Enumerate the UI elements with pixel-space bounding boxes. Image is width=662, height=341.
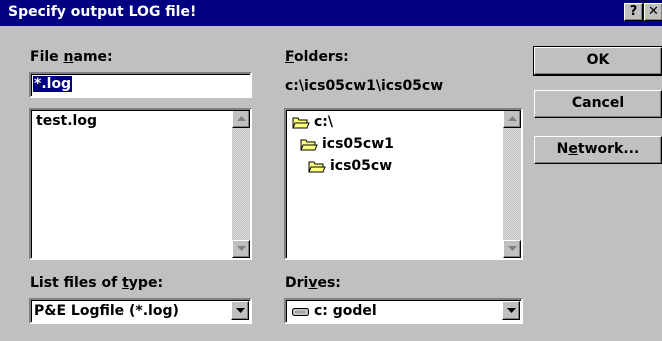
chevron-down-icon — [507, 308, 516, 313]
title-bar: Specify output LOG file! ? ✕ — [0, 0, 662, 26]
drives-value: c: godel — [314, 303, 377, 319]
scroll-up-button[interactable] — [503, 110, 521, 128]
current-path: c:\ics05cw1\ics05cw — [285, 78, 444, 94]
file-type-select[interactable]: P&E Logfile (*.log) — [29, 298, 252, 324]
folder-open-icon — [292, 117, 310, 129]
scroll-up-button[interactable] — [232, 110, 250, 128]
tree-item-label: ics05cw — [330, 158, 393, 174]
scroll-down-button[interactable] — [232, 240, 250, 258]
drives-dropdown-button[interactable] — [502, 301, 520, 320]
scroll-up-arrow-icon — [508, 116, 517, 121]
folder-list-scrollbar[interactable] — [503, 110, 521, 258]
cancel-button[interactable]: Cancel — [534, 90, 662, 118]
ok-button[interactable]: OK — [533, 46, 662, 76]
scroll-down-arrow-icon — [237, 246, 246, 251]
folder-open-icon — [308, 161, 326, 173]
file-type-dropdown-button[interactable] — [231, 301, 249, 320]
scroll-up-arrow-icon — [237, 116, 246, 121]
folder-list[interactable]: c:\ ics05cw1 ics05cw — [284, 108, 523, 260]
scroll-down-button[interactable] — [503, 240, 521, 258]
network-button[interactable]: Network... — [534, 136, 662, 164]
file-type-label: List files of type: — [30, 275, 164, 291]
file-name-label: File name: — [30, 49, 113, 65]
drives-label: Drives: — [285, 275, 341, 291]
close-button[interactable]: ✕ — [644, 3, 662, 21]
folders-label: Folders: — [285, 49, 349, 65]
help-icon: ? — [629, 4, 638, 19]
help-button[interactable]: ? — [624, 3, 643, 21]
file-type-value: P&E Logfile (*.log) — [34, 303, 179, 319]
chevron-down-icon — [236, 308, 245, 313]
scroll-down-arrow-icon — [508, 246, 517, 251]
list-item[interactable]: test.log — [36, 113, 97, 129]
tree-item-label: ics05cw1 — [322, 136, 394, 152]
file-list[interactable]: test.log — [29, 108, 252, 260]
file-name-input[interactable]: *.log — [29, 72, 252, 98]
tree-item-label: c:\ — [314, 114, 334, 130]
dialog-title: Specify output LOG file! — [8, 4, 197, 20]
drives-select[interactable]: c: godel — [284, 298, 523, 324]
file-name-value: *.log — [33, 76, 73, 92]
drive-icon — [292, 308, 309, 316]
folder-open-icon — [300, 139, 318, 151]
file-list-scrollbar[interactable] — [232, 110, 250, 258]
close-icon: ✕ — [648, 4, 659, 19]
